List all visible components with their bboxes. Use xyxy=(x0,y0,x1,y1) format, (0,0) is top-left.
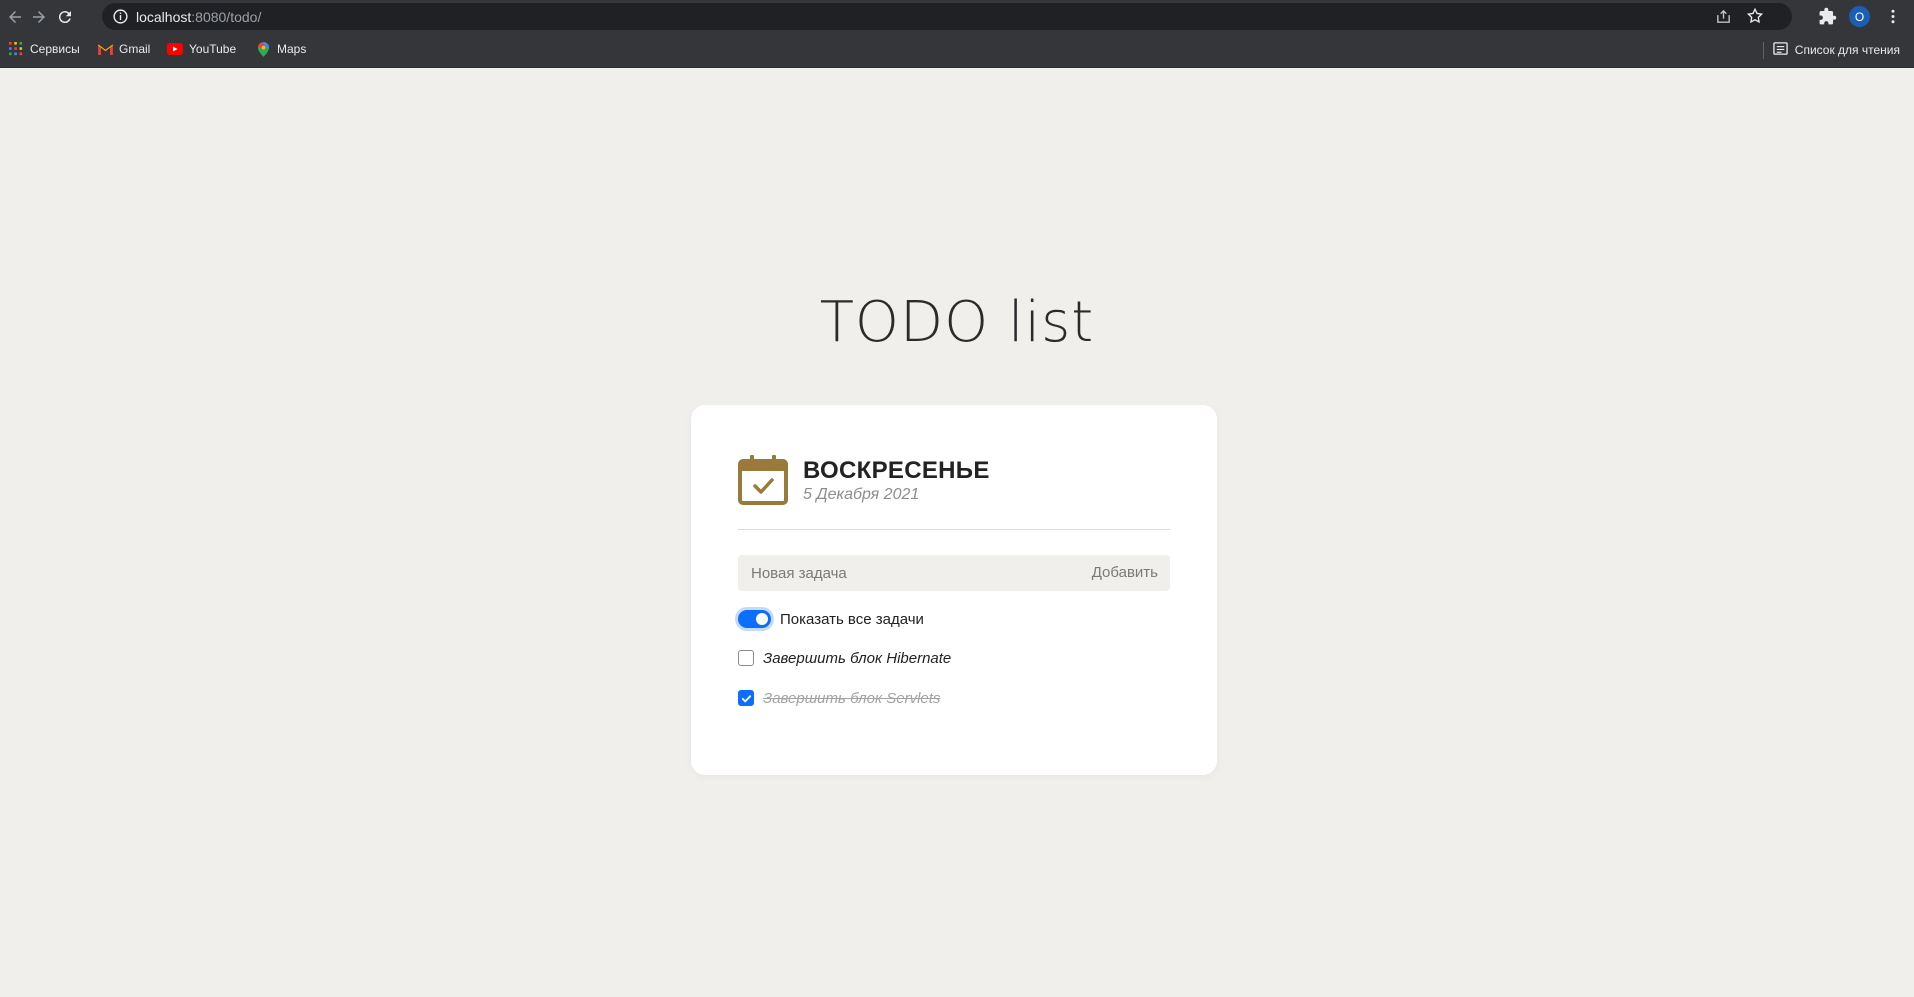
bookmarks-bar: Сервисы Gmail YouTube Maps Список для чт… xyxy=(0,33,1914,68)
task-text-done: Завершить блок Servlets xyxy=(763,689,941,707)
day-name: ВОСКРЕСЕНЬЕ xyxy=(803,457,990,484)
show-all-label: Показать все задачи xyxy=(780,610,924,628)
header-divider xyxy=(738,529,1170,530)
maps-icon xyxy=(255,41,271,57)
apps-grid-icon xyxy=(8,41,24,57)
forward-button[interactable] xyxy=(28,6,50,28)
bookmark-label: Maps xyxy=(277,42,307,56)
reading-list-icon xyxy=(1773,41,1788,59)
bookmark-services[interactable]: Сервисы xyxy=(8,41,80,57)
more-vert-icon[interactable] xyxy=(1884,7,1902,26)
share-icon[interactable] xyxy=(1715,8,1732,25)
task-item: Завершить блок Servlets xyxy=(738,687,940,709)
add-task-button[interactable]: Добавить xyxy=(1092,564,1158,581)
reload-button[interactable] xyxy=(54,6,76,28)
url-path: :8080/todo/ xyxy=(191,9,262,25)
bookmark-label: Gmail xyxy=(119,42,151,56)
bookmark-youtube[interactable]: YouTube xyxy=(167,41,236,57)
gmail-icon xyxy=(97,41,113,57)
arrow-left-icon xyxy=(9,11,21,23)
show-all-toggle[interactable] xyxy=(738,610,771,628)
bookmark-label: Сервисы xyxy=(30,42,80,56)
browser-toolbar: localhost:8080/todo/ O xyxy=(0,0,1914,33)
info-icon[interactable] xyxy=(112,8,129,25)
task-item: Завершить блок Hibernate xyxy=(738,647,951,669)
extensions-icon[interactable] xyxy=(1818,7,1837,26)
bookmark-maps[interactable]: Maps xyxy=(255,41,306,57)
address-bar[interactable]: localhost:8080/todo/ xyxy=(102,3,1792,30)
calendar-check-icon xyxy=(738,455,788,505)
checkmark-icon xyxy=(741,695,752,703)
bookmark-star-icon[interactable] xyxy=(1746,7,1764,25)
task-checkbox-checked[interactable] xyxy=(738,690,754,706)
profile-avatar[interactable]: O xyxy=(1849,6,1870,27)
back-button[interactable] xyxy=(4,6,26,28)
todo-card: ВОСКРЕСЕНЬЕ 5 Декабря 2021 Добавить Пока… xyxy=(691,405,1217,775)
youtube-icon xyxy=(167,41,183,57)
arrow-right-icon xyxy=(33,11,45,23)
url-text: localhost:8080/todo/ xyxy=(136,9,261,25)
show-all-switch-row: Показать все задачи xyxy=(738,608,924,630)
task-checkbox[interactable] xyxy=(738,650,754,666)
reading-list-label: Список для чтения xyxy=(1794,43,1900,57)
toggle-knob xyxy=(756,613,768,625)
bookmark-label: YouTube xyxy=(189,42,237,56)
url-host: localhost xyxy=(136,9,192,25)
reading-list-button[interactable]: Список для чтения xyxy=(1773,41,1900,59)
reload-icon xyxy=(58,11,71,24)
new-task-input[interactable] xyxy=(738,555,1068,591)
bookmark-gmail[interactable]: Gmail xyxy=(97,41,150,57)
bookmarks-separator xyxy=(1763,42,1764,59)
current-date: 5 Декабря 2021 xyxy=(803,486,920,503)
page-title: TODO list xyxy=(819,290,1095,355)
task-text: Завершить блок Hibernate xyxy=(763,649,952,667)
new-task-form: Добавить xyxy=(738,555,1170,591)
